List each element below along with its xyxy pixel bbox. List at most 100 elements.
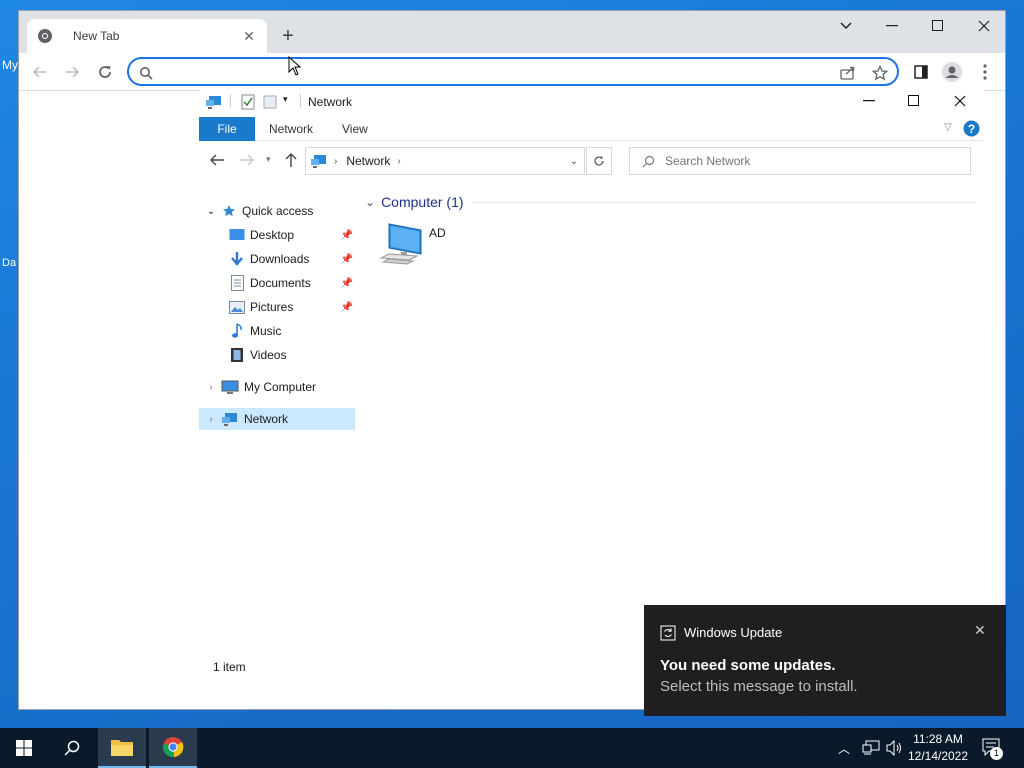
help-icon[interactable]: ?	[963, 120, 980, 137]
computer-item-label: AD	[429, 226, 446, 240]
chevron-right-icon[interactable]: ›	[397, 156, 400, 167]
share-icon[interactable]	[839, 64, 857, 82]
chevron-right-icon[interactable]: ›	[201, 382, 221, 393]
clock-date[interactable]: 12/14/2022	[903, 749, 973, 763]
search-button[interactable]	[48, 728, 96, 768]
bookmark-star-icon[interactable]	[871, 64, 889, 82]
nav-label: Network	[244, 412, 289, 426]
browser-toolbar	[19, 53, 1005, 91]
search-input[interactable]	[665, 154, 965, 168]
group-label: Computer (1)	[381, 194, 464, 210]
pin-icon[interactable]: 📌	[341, 302, 353, 313]
quick-access-dropdown-icon[interactable]: ▾	[283, 94, 288, 105]
forward-button[interactable]	[61, 61, 83, 83]
address-crumb-network[interactable]: Network	[346, 154, 390, 168]
forward-arrow-icon[interactable]	[239, 153, 255, 170]
action-center-button[interactable]: 1	[982, 738, 1003, 760]
recent-locations-icon[interactable]: ▾	[266, 154, 271, 165]
chevron-down-icon[interactable]: ⌄	[365, 195, 375, 209]
refresh-button[interactable]	[586, 147, 612, 175]
explorer-minimize-button[interactable]	[846, 90, 892, 112]
folder-icon	[111, 740, 133, 756]
nav-desktop[interactable]: Desktop 📌	[199, 224, 355, 246]
explorer-titlebar: ▾ Network	[199, 90, 984, 116]
nav-pictures[interactable]: Pictures 📌	[199, 296, 355, 318]
refresh-icon	[594, 156, 604, 166]
toast-close-icon[interactable]: ✕	[974, 622, 986, 639]
maximize-button[interactable]	[915, 11, 961, 41]
new-tab-button[interactable]: +	[277, 25, 299, 47]
search-icon	[642, 155, 655, 167]
chevron-right-icon[interactable]: ›	[201, 414, 221, 425]
nav-quick-access[interactable]: ⌄ Quick access	[199, 200, 355, 222]
nav-label: Desktop	[250, 228, 295, 242]
address-bar-row: ▾ › Network › ⌄	[199, 146, 984, 176]
mouse-cursor-icon	[288, 56, 302, 76]
video-film-icon	[229, 347, 245, 363]
search-box[interactable]	[629, 147, 971, 175]
nav-label: Documents	[250, 276, 311, 290]
ribbon-tab-file[interactable]: File	[199, 117, 255, 141]
ribbon-tab-network[interactable]: Network	[255, 117, 327, 141]
toast-app-name: Windows Update	[684, 625, 783, 640]
start-button[interactable]	[0, 728, 48, 768]
explorer-maximize-button[interactable]	[891, 90, 937, 112]
clock-time[interactable]: 11:28 AM	[903, 732, 973, 746]
file-explorer-taskbar-button[interactable]	[98, 728, 146, 768]
network-icon	[206, 96, 221, 109]
ribbon-tab-view[interactable]: View	[328, 117, 382, 141]
chrome-taskbar-button[interactable]	[149, 728, 197, 768]
pin-icon[interactable]: 📌	[341, 254, 353, 265]
status-bar-text: 1 item	[213, 660, 246, 674]
network-location-icon	[311, 155, 326, 168]
pin-icon[interactable]: 📌	[341, 278, 353, 289]
chevron-down-icon[interactable]: ⌄	[201, 206, 221, 217]
expand-ribbon-icon[interactable]: ▽	[944, 122, 952, 133]
volume-icon[interactable]	[886, 740, 904, 756]
nav-label: My Computer	[244, 380, 317, 394]
tab-new-tab[interactable]: New Tab ✕	[27, 19, 267, 53]
new-folder-icon[interactable]	[263, 95, 277, 109]
nav-music[interactable]: Music	[199, 320, 355, 342]
windows-update-toast[interactable]: Windows Update ✕ You need some updates. …	[644, 605, 1006, 716]
nav-videos[interactable]: Videos	[199, 344, 355, 366]
up-arrow-icon[interactable]	[284, 152, 298, 171]
omnibox-input[interactable]	[161, 62, 821, 82]
svg-text:?: ?	[968, 122, 975, 136]
back-arrow-icon[interactable]	[209, 153, 225, 170]
network-icon	[221, 411, 239, 427]
taskbar: ︿ 11:28 AM 12/14/2022 1	[0, 728, 1024, 768]
explorer-title: Network	[308, 95, 353, 109]
nav-network[interactable]: › Network	[199, 408, 355, 430]
tab-search-icon[interactable]	[823, 11, 869, 41]
tab-title: New Tab	[73, 29, 120, 43]
nav-downloads[interactable]: Downloads 📌	[199, 248, 355, 270]
address-dropdown-icon[interactable]: ⌄	[570, 156, 578, 167]
close-button[interactable]	[961, 11, 1007, 41]
tab-strip: New Tab ✕ +	[19, 11, 1005, 53]
group-header-computer[interactable]: ⌄ Computer (1)	[365, 192, 975, 212]
search-icon	[64, 740, 80, 756]
omnibox[interactable]	[127, 57, 899, 86]
explorer-close-button[interactable]	[937, 90, 983, 112]
properties-icon[interactable]	[241, 94, 255, 110]
desktop-icon-label[interactable]: My	[2, 58, 18, 72]
menu-dots-icon[interactable]	[974, 61, 996, 83]
star-icon	[221, 203, 237, 219]
computer-item-ad[interactable]: AD	[379, 222, 469, 270]
nav-documents[interactable]: Documents 📌	[199, 272, 355, 294]
search-icon	[137, 64, 155, 82]
close-tab-icon[interactable]: ✕	[241, 28, 257, 45]
profile-avatar-icon[interactable]	[941, 61, 963, 83]
nav-my-computer[interactable]: › My Computer	[199, 376, 355, 398]
network-tray-icon[interactable]	[862, 740, 880, 756]
minimize-button[interactable]	[869, 11, 915, 41]
pin-icon[interactable]: 📌	[341, 230, 353, 241]
reload-button[interactable]	[94, 61, 116, 83]
side-panel-icon[interactable]	[910, 61, 932, 83]
desktop-icon-label[interactable]: Da	[2, 257, 16, 269]
chevron-right-icon[interactable]: ›	[334, 156, 337, 167]
address-field[interactable]: › Network › ⌄	[305, 147, 585, 175]
back-button[interactable]	[29, 61, 51, 83]
show-hidden-icons-icon[interactable]: ︿	[838, 740, 850, 757]
